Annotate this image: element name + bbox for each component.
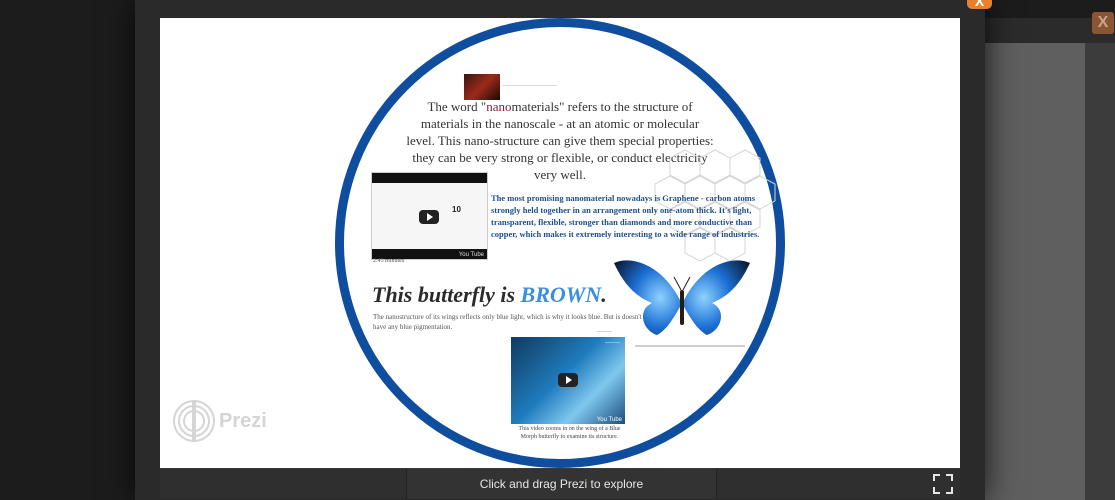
butterfly-heading: This butterfly is BROWN.: [372, 282, 607, 308]
butterfly-caption: [635, 345, 745, 347]
background-panel: [985, 43, 1085, 500]
blue-morpho-butterfly-image: [614, 260, 750, 335]
intro-highlight: nano: [486, 99, 512, 114]
top-thumbnail-image: [464, 74, 500, 100]
prezi-logo[interactable]: Prezi: [172, 399, 267, 443]
close-button[interactable]: X: [967, 0, 992, 9]
youtube-icon: You Tube: [596, 417, 622, 423]
butterfly-heading-color-word: BROWN: [520, 282, 602, 307]
video-top-bar: [372, 173, 487, 183]
intro-text-start: The word ": [427, 99, 487, 114]
play-icon[interactable]: [419, 210, 439, 224]
background-close-icon: X: [1092, 12, 1114, 34]
butterfly-wing-video[interactable]: ——— You Tube: [511, 337, 625, 424]
prezi-controls-bar: Click and drag Prezi to explore: [160, 468, 960, 499]
graphene-paragraph: The most promising nanomaterial nowadays…: [491, 193, 760, 239]
youtube-icon: You Tube: [458, 252, 484, 258]
video-caption: This video zooms in on the wing of a Blu…: [518, 426, 621, 440]
prezi-logo-icon: [173, 400, 215, 442]
play-icon[interactable]: [558, 373, 578, 387]
video-duration-small: ———: [597, 330, 612, 335]
graphene-video[interactable]: 10 You Tube: [371, 172, 488, 260]
video-frame-text: 10: [452, 205, 461, 214]
video-duration: 2:45 minutes: [373, 258, 405, 264]
butterfly-heading-start: This butterfly is: [372, 282, 521, 307]
top-thumbnail-caption: ———————————: [502, 84, 557, 89]
background-scrollbar: [1085, 43, 1115, 500]
prezi-logo-text: Prezi: [219, 409, 267, 432]
explore-hint[interactable]: Click and drag Prezi to explore: [406, 469, 717, 499]
prezi-canvas[interactable]: ——————————— The word "nanomaterials" ref…: [160, 18, 960, 468]
butterfly-heading-end: .: [601, 282, 607, 307]
video-title: ———: [605, 340, 620, 346]
butterfly-subtext: The nanostructure of its wings reflects …: [373, 313, 642, 331]
fullscreen-icon[interactable]: [932, 473, 954, 495]
